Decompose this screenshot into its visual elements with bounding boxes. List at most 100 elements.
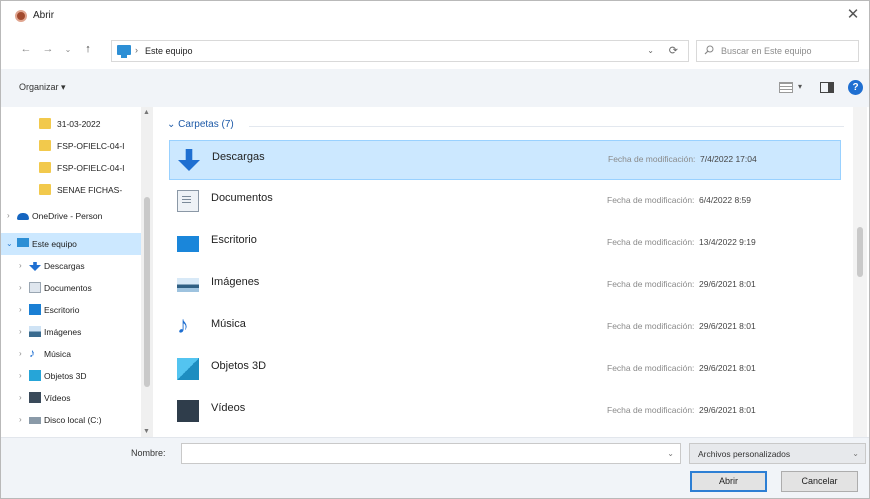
folder-icon xyxy=(39,184,51,195)
nav-item-this-pc[interactable]: ⌄ Este equipo xyxy=(1,233,141,255)
expand-chevron-icon[interactable]: › xyxy=(19,261,22,270)
nav-item-folder[interactable]: SENAE FICHAS- xyxy=(1,179,141,201)
organize-menu-button[interactable]: Organizar ▾ xyxy=(19,82,66,93)
file-list-scrollbar[interactable] xyxy=(853,107,867,437)
file-type-value: Archivos personalizados xyxy=(698,449,791,459)
address-bar[interactable]: › Este equipo ⌄ ⟳ xyxy=(111,40,689,62)
collapse-chevron-icon[interactable]: ⌄ xyxy=(6,239,13,248)
image-icon xyxy=(29,326,41,337)
modified-label: Fecha de modificación: xyxy=(607,195,695,205)
cancel-button[interactable]: Cancelar xyxy=(781,471,858,492)
nav-item-label: Disco local (C:) xyxy=(44,415,102,425)
expand-chevron-icon[interactable]: › xyxy=(19,327,22,336)
nav-item-folder[interactable]: FSP-OFIELC-04-I xyxy=(1,157,141,179)
nav-item-label: Documentos xyxy=(44,283,92,293)
title-bar: Abrir ✕ xyxy=(1,1,869,31)
modified-label: Fecha de modificación: xyxy=(607,321,695,331)
filename-input[interactable]: ⌄ xyxy=(181,443,681,464)
refresh-icon[interactable]: ⟳ xyxy=(669,44,678,57)
address-dropdown-icon[interactable]: ⌄ xyxy=(647,46,654,55)
nav-item-disco-local[interactable]: › Disco local (C:) xyxy=(1,409,141,431)
scroll-down-icon[interactable]: ▼ xyxy=(143,428,150,435)
preview-pane-icon[interactable] xyxy=(820,82,834,93)
nav-item-objetos-3d[interactable]: › Objetos 3D xyxy=(1,365,141,387)
nav-item-label: Este equipo xyxy=(32,239,77,249)
group-collapse-chevron-icon[interactable]: ⌄ xyxy=(167,119,178,130)
list-item[interactable]: ♪ Música Fecha de modificación: 29/6/202… xyxy=(169,308,841,348)
nav-item-label: FSP-OFIELC-04-I xyxy=(57,141,125,151)
nav-item-label: Imágenes xyxy=(44,327,82,337)
nav-item-label: Música xyxy=(44,349,71,359)
open-button[interactable]: Abrir xyxy=(690,471,767,492)
modified-label: Fecha de modificación: xyxy=(607,237,695,247)
file-list: ⌄ Carpetas (7) Descargas Fecha de modifi… xyxy=(159,107,852,437)
list-item[interactable]: Objetos 3D Fecha de modificación: 29/6/2… xyxy=(169,350,841,390)
file-list-scroll-thumb[interactable] xyxy=(857,227,863,277)
modified-date: 29/6/2021 8:01 xyxy=(699,405,756,415)
modified-date: 13/4/2022 9:19 xyxy=(699,237,756,247)
window-title: Abrir xyxy=(33,10,55,21)
up-arrow-icon[interactable]: ↑ xyxy=(81,43,95,55)
back-arrow-icon[interactable]: ← xyxy=(19,43,33,55)
folder-icon xyxy=(39,118,51,129)
expand-chevron-icon[interactable]: › xyxy=(19,349,22,358)
expand-chevron-icon[interactable]: › xyxy=(19,415,22,424)
expand-chevron-icon[interactable]: › xyxy=(19,283,22,292)
image-icon xyxy=(177,278,199,292)
help-icon[interactable]: ? xyxy=(848,80,863,95)
item-name: Escritorio xyxy=(211,234,257,246)
recent-locations-chevron-icon[interactable]: ⌄ xyxy=(61,45,75,54)
app-icon xyxy=(15,10,27,22)
disk-icon xyxy=(29,417,41,424)
modified-date: 6/4/2022 8:59 xyxy=(699,195,751,205)
group-header[interactable]: ⌄ Carpetas (7) xyxy=(167,119,234,130)
view-dropdown-icon[interactable]: ▾ xyxy=(798,82,802,91)
expand-chevron-icon[interactable]: › xyxy=(19,305,22,314)
this-pc-icon xyxy=(117,45,131,58)
breadcrumb[interactable]: Este equipo xyxy=(145,46,193,56)
breadcrumb-separator-icon: › xyxy=(135,45,138,55)
file-type-select[interactable]: Archivos personalizados ⌄ xyxy=(689,443,866,464)
nav-item-label: SENAE FICHAS- xyxy=(57,185,123,195)
download-icon xyxy=(29,260,41,271)
command-bar: Organizar ▾ ▾ ? xyxy=(1,69,869,107)
nav-item-label: Objetos 3D xyxy=(44,371,87,381)
expand-chevron-icon[interactable]: › xyxy=(19,371,22,380)
nav-item-descargas[interactable]: › Descargas xyxy=(1,255,141,277)
nav-item-folder[interactable]: 31-03-2022 xyxy=(1,113,141,135)
expand-chevron-icon[interactable]: › xyxy=(7,211,10,220)
item-name: Documentos xyxy=(211,192,273,204)
nav-item-documentos[interactable]: › Documentos xyxy=(1,277,141,299)
document-icon xyxy=(29,282,41,293)
nav-item-videos[interactable]: › Vídeos xyxy=(1,387,141,409)
view-options-icon[interactable] xyxy=(779,82,793,93)
nav-scroll-thumb[interactable] xyxy=(144,197,150,387)
list-item[interactable]: Descargas Fecha de modificación: 7/4/202… xyxy=(169,140,841,180)
nav-item-onedrive[interactable]: › OneDrive - Person xyxy=(1,205,141,227)
group-divider xyxy=(249,126,844,127)
file-type-dropdown-icon[interactable]: ⌄ xyxy=(852,449,859,458)
scroll-up-icon[interactable]: ▲ xyxy=(143,109,150,116)
forward-arrow-icon[interactable]: → xyxy=(41,43,55,55)
modified-date: 29/6/2021 8:01 xyxy=(699,279,756,289)
nav-item-label: Descargas xyxy=(44,261,85,271)
list-item[interactable]: Escritorio Fecha de modificación: 13/4/2… xyxy=(169,224,841,264)
search-box[interactable]: Buscar en Este equipo xyxy=(696,40,859,62)
address-row: ← → ⌄ ↑ › Este equipo ⌄ ⟳ Buscar en Este… xyxy=(1,31,869,69)
nav-item-escritorio[interactable]: › Escritorio xyxy=(1,299,141,321)
modified-label: Fecha de modificación: xyxy=(607,363,695,373)
list-item[interactable]: Vídeos Fecha de modificación: 29/6/2021 … xyxy=(169,392,841,432)
list-item[interactable]: Documentos Fecha de modificación: 6/4/20… xyxy=(169,182,841,222)
nav-scrollbar[interactable]: ▲ ▼ xyxy=(141,107,153,437)
cloud-icon xyxy=(17,213,29,220)
nav-item-musica[interactable]: › ♪ Música xyxy=(1,343,141,365)
nav-item-imagenes[interactable]: › Imágenes xyxy=(1,321,141,343)
expand-chevron-icon[interactable]: › xyxy=(19,393,22,402)
filename-dropdown-icon[interactable]: ⌄ xyxy=(667,449,674,458)
modified-date: 29/6/2021 8:01 xyxy=(699,363,756,373)
download-icon xyxy=(178,149,200,171)
list-item[interactable]: Imágenes Fecha de modificación: 29/6/202… xyxy=(169,266,841,306)
item-name: Descargas xyxy=(212,151,265,163)
close-icon[interactable]: ✕ xyxy=(843,5,863,25)
nav-item-folder[interactable]: FSP-OFIELC-04-I xyxy=(1,135,141,157)
